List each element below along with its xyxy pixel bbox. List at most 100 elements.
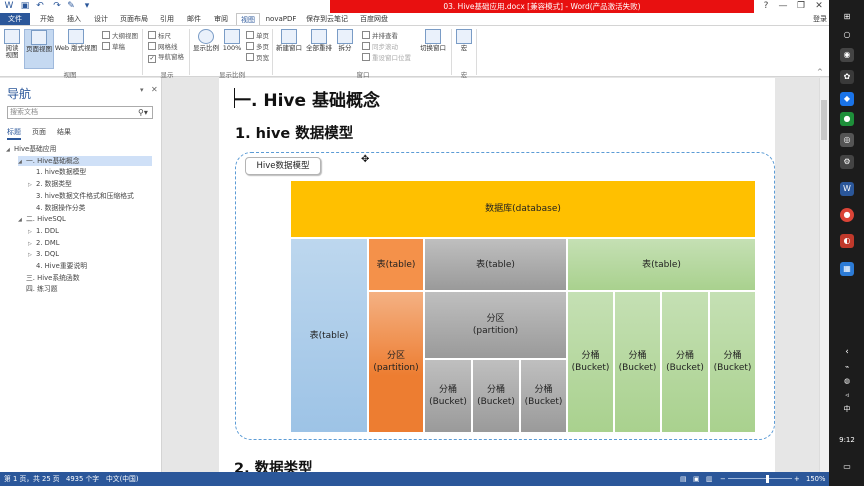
tab-review[interactable]: 审阅 [210, 13, 232, 25]
nav-tab-results[interactable]: 结果 [57, 127, 71, 137]
undo-icon[interactable]: ↶ [35, 1, 45, 11]
chevron-left-icon[interactable]: ‹ [840, 345, 854, 359]
green-bucket-block[interactable]: 分桶 (Bucket) [614, 291, 661, 433]
expanded-arrow-icon[interactable]: ◢ [6, 145, 14, 155]
help-button[interactable]: ? [757, 0, 775, 13]
heading-3-partial[interactable]: 2. 数据类型 [234, 456, 354, 472]
search-icon[interactable]: ○ [840, 28, 854, 42]
app-icon[interactable]: ● [840, 112, 854, 126]
nav-close-icon[interactable]: ✕ [151, 85, 158, 94]
table-block[interactable]: 表(table) [290, 238, 368, 433]
nav-search-input[interactable]: 搜索文档 [7, 106, 153, 119]
read-mode-button[interactable]: 阅读视图 [3, 29, 21, 59]
nav-tree-item[interactable]: 4. 数据操作分类 [28, 203, 168, 213]
app-icon[interactable]: ◉ [840, 48, 854, 62]
draft-view-button[interactable]: 草稿 [102, 42, 125, 51]
orange-partition-block[interactable]: 分区 (partition) [368, 291, 424, 433]
nav-tab-headings[interactable]: 标题 [7, 127, 21, 140]
tab-home[interactable]: 开始 [36, 13, 58, 25]
search-icon[interactable]: ⚲▾ [138, 108, 148, 117]
app-icon[interactable]: ◐ [840, 234, 854, 248]
expanded-arrow-icon[interactable]: ◢ [18, 215, 26, 225]
tab-layout[interactable]: 页面布局 [117, 13, 151, 25]
one-page-button[interactable]: 单页 [246, 31, 269, 40]
nav-tree-item[interactable]: ◢ 二. HiveSQL [18, 214, 158, 224]
volume-icon[interactable]: ◃ [840, 388, 854, 402]
gray-partition-block[interactable]: 分区 (partition) [424, 291, 567, 359]
clock[interactable]: 9:12 [838, 433, 856, 447]
green-bucket-block[interactable]: 分桶 (Bucket) [567, 291, 614, 433]
save-icon[interactable]: ▣ [20, 1, 30, 11]
nav-tree-item[interactable]: ▷ 3. DQL [28, 249, 168, 259]
tab-mailings[interactable]: 邮件 [183, 13, 205, 25]
print-layout-status-icon[interactable]: ▣ [693, 472, 699, 486]
multi-page-button[interactable]: 多页 [246, 42, 269, 51]
nav-tree-item[interactable]: 三. Hive系统函数 [18, 273, 158, 283]
zoom-out-icon[interactable]: − [720, 472, 726, 486]
word-count[interactable]: 4935 个字 [66, 472, 99, 486]
scrollbar-thumb[interactable] [821, 100, 827, 140]
switch-window-button[interactable]: 切换窗口 [418, 29, 448, 52]
green-bucket-block[interactable]: 分桶 (Bucket) [709, 291, 756, 433]
chrome-icon[interactable]: ● [840, 208, 854, 222]
orange-table-block[interactable]: 表(table) [368, 238, 424, 291]
new-window-button[interactable]: 新建窗口 [275, 29, 303, 52]
read-mode-status-icon[interactable]: ▤ [680, 472, 686, 486]
ime-indicator[interactable]: 中 [840, 402, 854, 416]
expanded-arrow-icon[interactable]: ◢ [18, 157, 26, 167]
nav-pane-checkbox[interactable]: ✓ 导航窗格 [148, 53, 184, 63]
print-layout-button[interactable]: 页面视图 [24, 29, 54, 69]
ruler-checkbox[interactable]: 标尺 [148, 31, 171, 40]
app-icon[interactable]: ✿ [840, 70, 854, 84]
login-link[interactable]: 登录 [810, 13, 830, 25]
windows-start-icon[interactable]: ⊞ [840, 10, 854, 24]
nav-tree-item[interactable]: ◢ 一. Hive基础概念 [18, 155, 152, 167]
collapsed-arrow-icon[interactable]: ▷ [28, 239, 36, 249]
language-indicator[interactable]: 中文(中国) [106, 472, 139, 486]
green-table-block[interactable]: 表(table) [567, 238, 756, 291]
page-count[interactable]: 第 1 页，共 25 页 [4, 472, 60, 486]
outline-view-button[interactable]: 大纲视图 [102, 31, 138, 40]
tab-insert[interactable]: 插入 [63, 13, 85, 25]
nav-tree-item[interactable]: ▷ 2. DML [28, 238, 168, 248]
restore-button[interactable]: ❐ [792, 0, 810, 13]
tab-save-cloud-note[interactable]: 保存到云笔记 [304, 13, 350, 25]
database-block[interactable]: 数据库(database) [290, 180, 756, 238]
diagram-label[interactable]: Hive数据模型 [245, 157, 321, 175]
gray-bucket-block[interactable]: 分桶 (Bucket) [472, 359, 520, 433]
wechat-icon[interactable]: ◍ [840, 374, 854, 388]
gray-bucket-block[interactable]: 分桶 (Bucket) [520, 359, 567, 433]
web-layout-button[interactable]: Web 版式视图 [54, 29, 98, 52]
nav-tab-pages[interactable]: 页面 [32, 127, 46, 137]
zoom-in-icon[interactable]: + [794, 472, 800, 486]
zoom-level[interactable]: 150% [806, 472, 825, 486]
nav-options-icon[interactable]: ▾ [140, 86, 144, 94]
macro-button[interactable]: 宏 [455, 29, 473, 52]
settings-gear-icon[interactable]: ⚙ [840, 155, 854, 169]
zoom-slider[interactable] [728, 478, 792, 479]
word-app-icon[interactable]: W [840, 182, 854, 196]
split-button[interactable]: 拆分 [336, 29, 354, 52]
app-icon[interactable]: ▦ [840, 262, 854, 276]
tab-design[interactable]: 设计 [90, 13, 112, 25]
nav-tree-item[interactable]: ▷ 2. 数据类型 [28, 179, 168, 189]
nav-tree-item[interactable]: ◢ Hive基础应用 [6, 144, 146, 154]
collapse-ribbon-icon[interactable]: ^ [817, 68, 823, 76]
tab-baidu-netdisk[interactable]: 百度网盘 [357, 13, 391, 25]
zoom-100-button[interactable]: 100% [222, 29, 242, 52]
gridlines-checkbox[interactable]: 网格线 [148, 42, 178, 51]
web-layout-status-icon[interactable]: ▥ [706, 472, 712, 486]
notification-icon[interactable]: ▭ [840, 460, 854, 474]
redo-icon[interactable]: ↷ [52, 1, 62, 11]
minimize-button[interactable]: — [774, 0, 792, 13]
close-button[interactable]: ✕ [810, 0, 828, 13]
collapsed-arrow-icon[interactable]: ▷ [28, 227, 36, 237]
nav-tree-item[interactable]: 4. Hive重要说明 [28, 261, 168, 271]
nav-tree-item[interactable]: 1. hive数据模型 [28, 167, 168, 177]
nav-tree-item[interactable]: 四. 练习题 [18, 284, 158, 294]
green-bucket-block[interactable]: 分桶 (Bucket) [661, 291, 709, 433]
arrange-all-button[interactable]: 全部重排 [304, 29, 334, 52]
zoom-slider-thumb[interactable] [766, 475, 769, 483]
heading-2[interactable]: 1. hive 数据模型 [235, 122, 353, 143]
app-icon[interactable]: ◎ [840, 133, 854, 147]
